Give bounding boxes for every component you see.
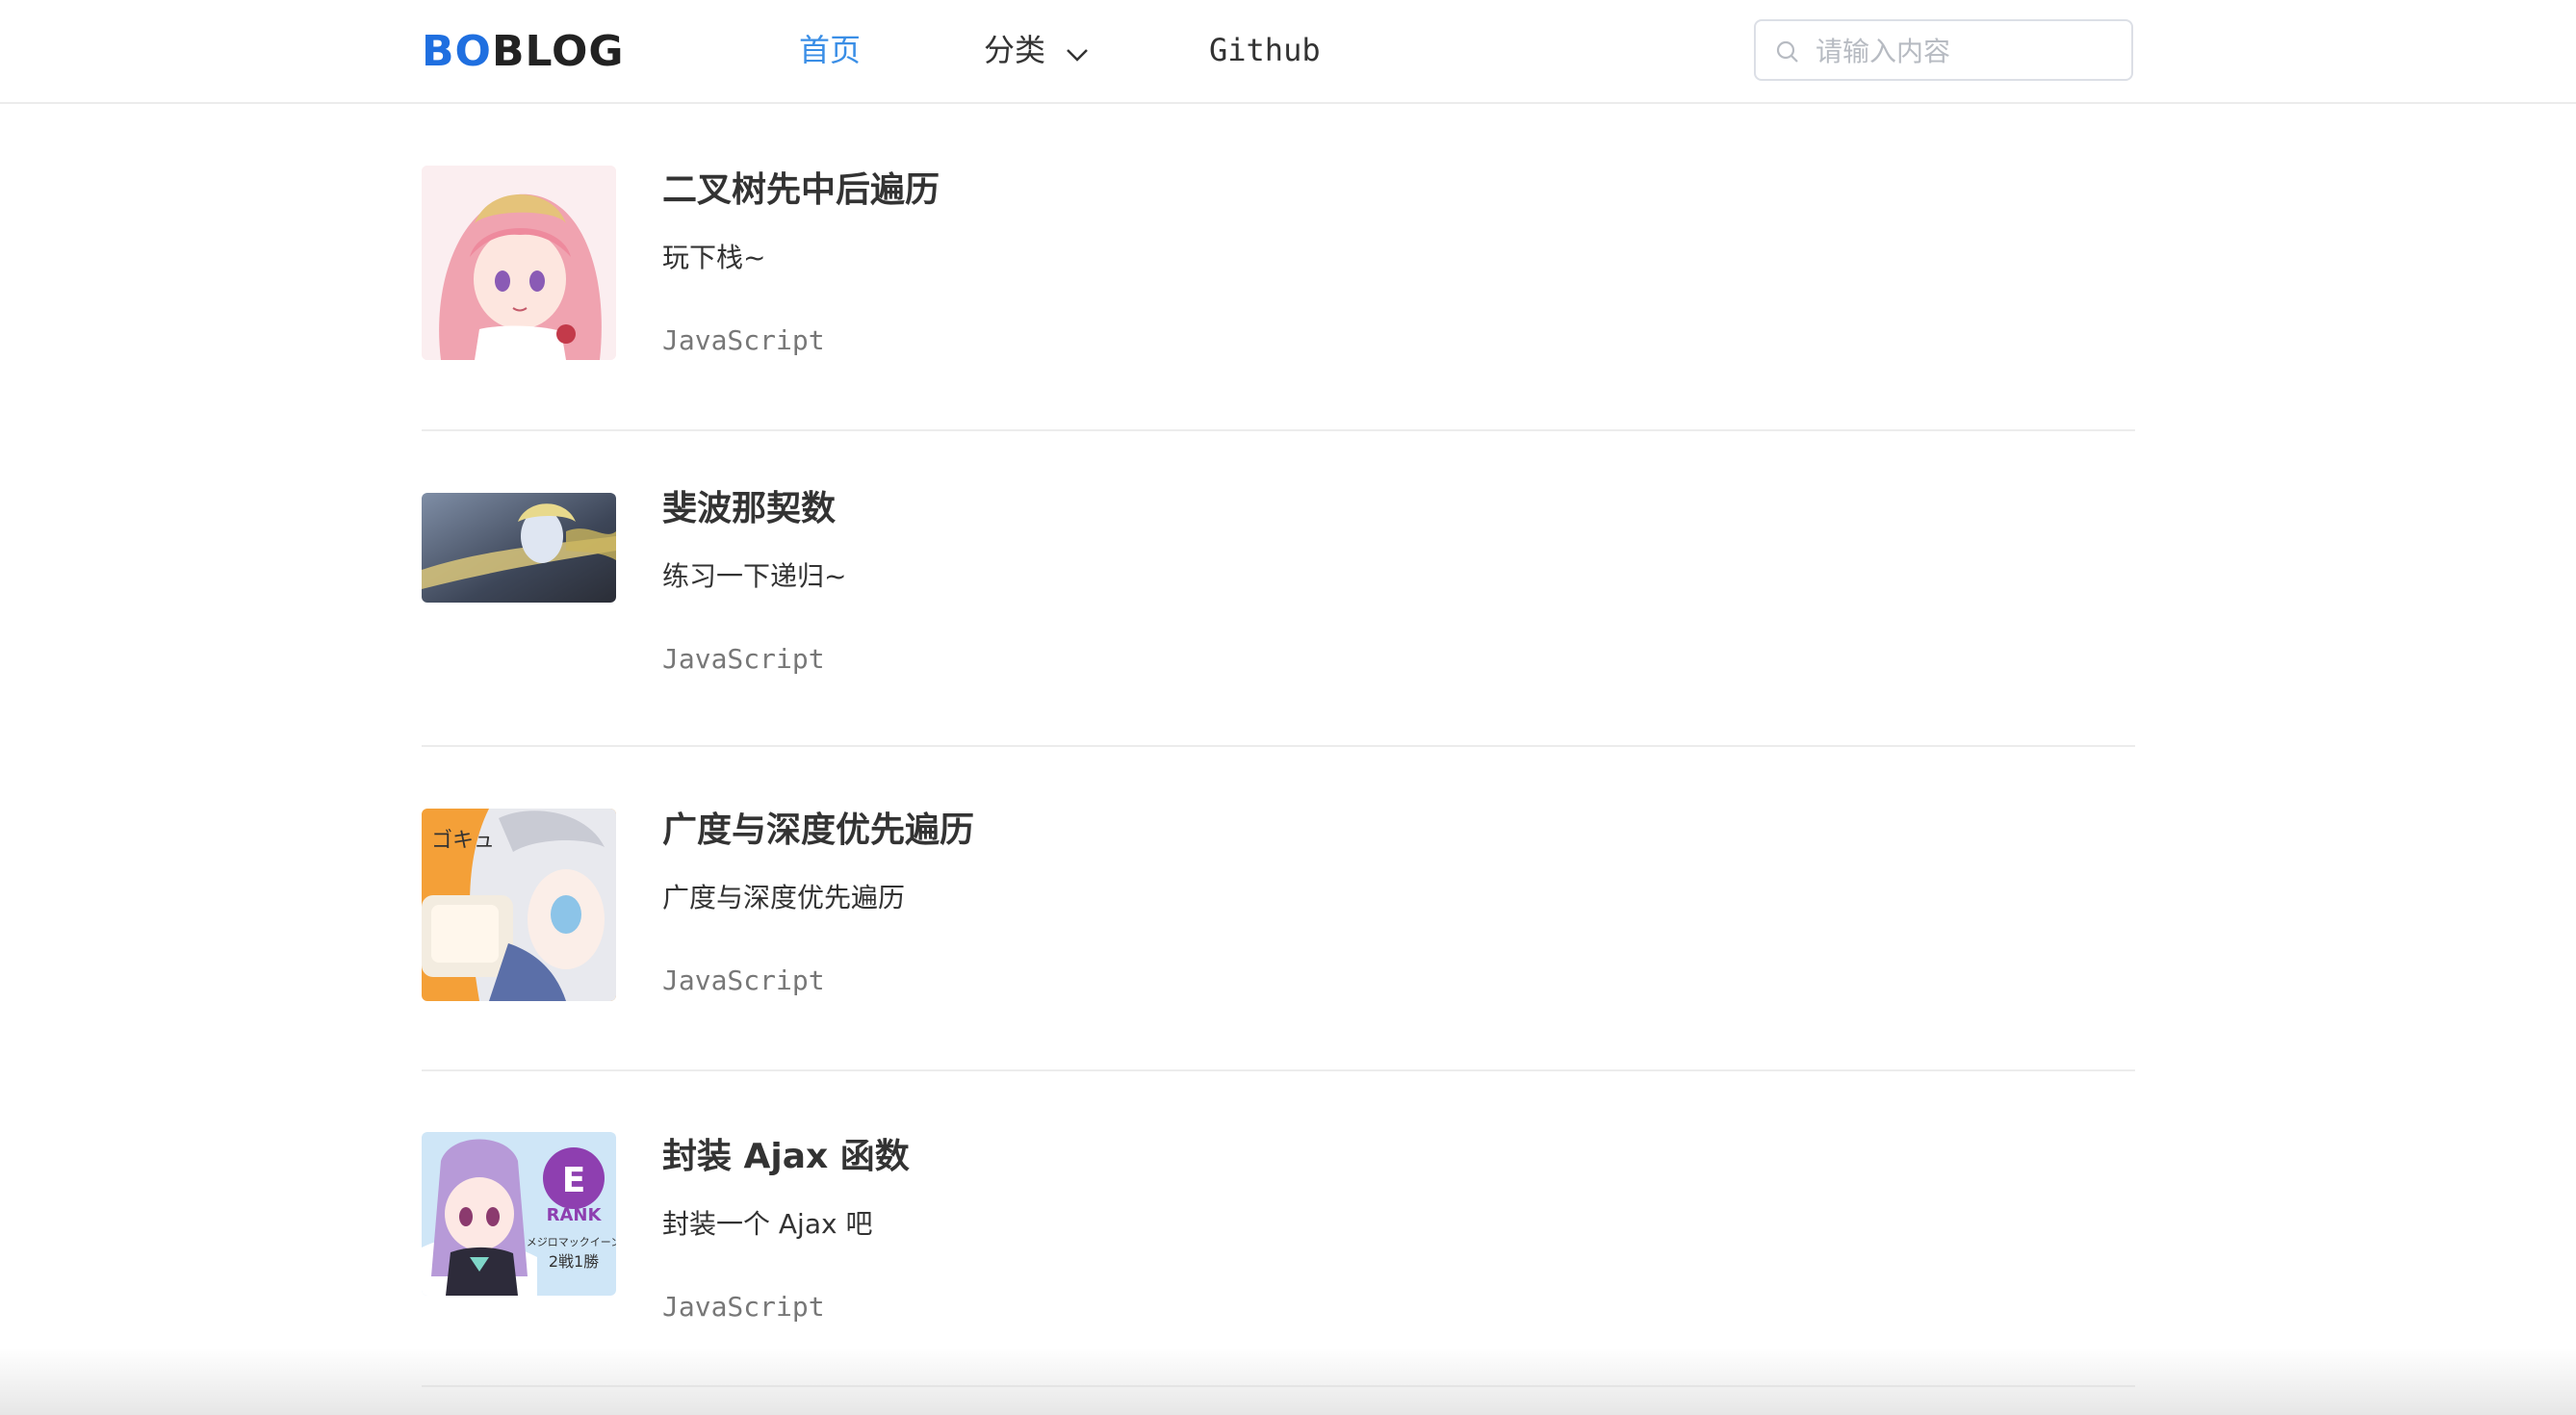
post-title[interactable]: 斐波那契数 bbox=[662, 488, 836, 530]
post-description: 广度与深度优先遍历 bbox=[662, 882, 906, 913]
nav-home-link[interactable]: 首页 bbox=[799, 29, 861, 71]
search-input[interactable] bbox=[1814, 31, 2125, 71]
thumb-rank-word: RANK bbox=[547, 1205, 603, 1225]
search-box[interactable] bbox=[1754, 19, 2133, 81]
post-title[interactable]: 封装 Ajax 函数 bbox=[662, 1136, 910, 1178]
post-category-tag[interactable]: JavaScript bbox=[662, 642, 825, 677]
nav-category-dropdown[interactable]: 分类 bbox=[984, 29, 1090, 73]
thumb-rank-letter: E bbox=[562, 1161, 586, 1200]
post-category-tag[interactable]: JavaScript bbox=[662, 1290, 825, 1325]
search-icon bbox=[1775, 39, 1800, 68]
post-item[interactable]: 斐波那契数 练习一下递归~ JavaScript bbox=[422, 431, 2135, 747]
post-title[interactable]: 二叉树先中后遍历 bbox=[662, 169, 940, 212]
nav-category-label: 分类 bbox=[984, 32, 1046, 68]
post-thumbnail[interactable] bbox=[422, 493, 616, 603]
top-navbar: BOBLOG 首页 分类 Github bbox=[0, 0, 2576, 104]
post-item[interactable]: E RANK メジロマックイーン 2戦1勝 封装 Ajax 函数 封装一个 Aj… bbox=[422, 1071, 2135, 1387]
post-thumbnail[interactable]: E RANK メジロマックイーン 2戦1勝 bbox=[422, 1132, 616, 1296]
post-description: 玩下栈~ bbox=[662, 242, 766, 273]
chevron-down-icon bbox=[1065, 31, 1090, 73]
blonde-anime-character-image bbox=[422, 493, 616, 603]
post-category-tag[interactable]: JavaScript bbox=[662, 964, 825, 998]
logo-part-blue: BO bbox=[422, 27, 492, 76]
pink-haired-anime-girl-image bbox=[422, 166, 616, 360]
post-thumbnail[interactable]: ゴキュ bbox=[422, 809, 616, 1001]
nav-github-link[interactable]: Github bbox=[1209, 29, 1321, 71]
thumb-record-text: 2戦1勝 bbox=[549, 1252, 599, 1271]
post-thumbnail[interactable] bbox=[422, 166, 616, 360]
post-description: 封装一个 Ajax 吧 bbox=[662, 1208, 873, 1240]
post-title[interactable]: 广度与深度优先遍历 bbox=[662, 810, 974, 852]
post-item[interactable]: ゴキュ 广度与深度优先遍历 广度与深度优先遍历 JavaScript bbox=[422, 747, 2135, 1071]
logo-part-dark: BLOG bbox=[491, 27, 625, 76]
svg-text:ゴキュ: ゴキュ bbox=[431, 829, 495, 853]
purple-haired-girl-rank-image: E RANK メジロマックイーン 2戦1勝 bbox=[422, 1132, 616, 1296]
post-description: 练习一下递归~ bbox=[662, 560, 847, 592]
post-item[interactable]: 二叉树先中后遍历 玩下栈~ JavaScript bbox=[422, 104, 2135, 431]
thumb-name-text: メジロマックイーン bbox=[527, 1236, 616, 1248]
post-category-tag[interactable]: JavaScript bbox=[662, 323, 825, 358]
silver-haired-girl-drinking-image: ゴキュ bbox=[422, 809, 616, 1001]
site-logo[interactable]: BOBLOG bbox=[422, 27, 624, 77]
